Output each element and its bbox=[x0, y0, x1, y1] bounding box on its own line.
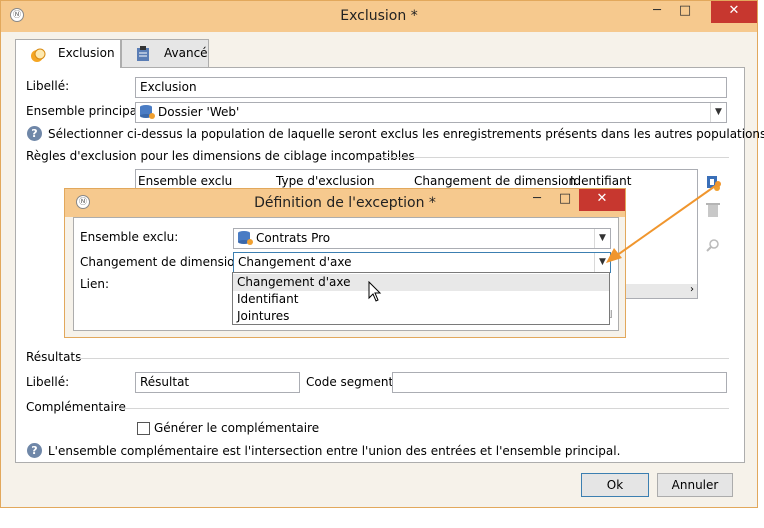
complementary-separator bbox=[118, 408, 729, 409]
results-section-title: Résultats bbox=[26, 350, 82, 364]
column-header[interactable]: Ensemble exclu bbox=[138, 174, 232, 188]
ensemble-exclu-value: Contrats Pro bbox=[256, 231, 331, 245]
rules-section-title: Règles d'exclusion pour les dimensions d… bbox=[26, 149, 415, 163]
ensemble-principal-label: Ensemble principal: bbox=[26, 104, 145, 118]
ensemble-exclu-label: Ensemble exclu: bbox=[80, 230, 179, 244]
exclusion-tab-icon bbox=[30, 46, 46, 62]
maximize-button[interactable]: □ bbox=[551, 189, 579, 211]
ensemble-principal-select[interactable]: Dossier 'Web' ▼ bbox=[135, 102, 727, 123]
column-header[interactable]: Changement de dimension bbox=[414, 174, 576, 188]
database-icon bbox=[237, 230, 253, 246]
ensemble-exclu-select[interactable]: Contrats Pro ▼ bbox=[233, 228, 611, 249]
result-libelle-input[interactable]: Résultat bbox=[135, 372, 300, 393]
annotation-arrow bbox=[606, 181, 721, 263]
help-icon: ? bbox=[27, 443, 42, 458]
database-icon bbox=[139, 104, 155, 120]
libelle-label: Libellé: bbox=[26, 79, 70, 93]
maximize-button[interactable]: □ bbox=[671, 1, 699, 23]
column-header[interactable]: Type d'exclusion bbox=[276, 174, 374, 188]
cancel-button[interactable]: Annuler bbox=[657, 473, 733, 497]
code-segment-input[interactable] bbox=[392, 372, 727, 393]
clipboard-icon bbox=[136, 45, 150, 61]
ok-button[interactable]: Ok bbox=[581, 473, 649, 497]
chevron-down-icon[interactable]: ▼ bbox=[710, 103, 726, 122]
generate-complementary-label[interactable]: Générer le complémentaire bbox=[154, 421, 319, 435]
lien-label: Lien: bbox=[80, 277, 110, 291]
dialog-title-bar[interactable]: Ⓝ Définition de l'exception * ─ □ ✕ bbox=[65, 189, 625, 217]
changement-dimension-select[interactable]: Changement d'axe ▼ bbox=[233, 252, 611, 273]
results-separator bbox=[76, 358, 729, 359]
result-libelle-label: Libellé: bbox=[26, 375, 70, 389]
generate-complementary-checkbox[interactable] bbox=[137, 422, 150, 435]
tab-label: Avancé bbox=[164, 46, 208, 60]
chevron-right-icon[interactable]: › bbox=[690, 284, 694, 295]
dimension-dropdown-list: Changement d'axe Identifiant Jointures bbox=[232, 272, 610, 325]
title-bar[interactable]: Ⓝ Exclusion * ─ □ ✕ bbox=[1, 1, 757, 32]
minimize-button[interactable]: ─ bbox=[643, 1, 671, 23]
changement-dimension-value: Changement d'axe bbox=[238, 255, 352, 269]
help-text: Sélectionner ci-dessus la population de … bbox=[48, 127, 764, 141]
tab-exclusion[interactable]: Exclusion bbox=[15, 39, 121, 68]
dropdown-option[interactable]: Jointures bbox=[233, 308, 609, 325]
ensemble-principal-value: Dossier 'Web' bbox=[158, 105, 240, 119]
tab-label: Exclusion bbox=[58, 46, 115, 60]
dropdown-option[interactable]: Changement d'axe bbox=[233, 274, 609, 291]
changement-dimension-label: Changement de dimension: bbox=[80, 255, 247, 269]
libelle-input[interactable]: Exclusion bbox=[135, 77, 727, 98]
complementary-help-text: L'ensemble complémentaire est l'intersec… bbox=[48, 444, 621, 458]
close-button[interactable]: ✕ bbox=[711, 1, 757, 23]
code-segment-label: Code segment: bbox=[306, 375, 398, 389]
dropdown-option[interactable]: Identifiant bbox=[233, 291, 609, 308]
help-icon: ? bbox=[27, 126, 42, 141]
rules-separator bbox=[374, 157, 729, 158]
tab-avance[interactable]: Avancé bbox=[121, 39, 209, 67]
complementary-section-title: Complémentaire bbox=[26, 400, 126, 414]
mouse-cursor-icon bbox=[368, 281, 382, 302]
minimize-button[interactable]: ─ bbox=[523, 189, 551, 211]
